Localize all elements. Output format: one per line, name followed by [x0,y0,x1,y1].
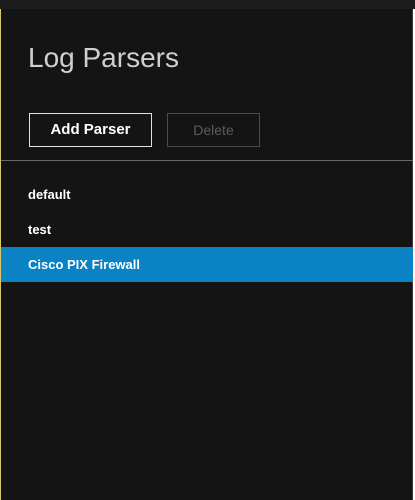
parser-item-test[interactable]: test [1,212,413,247]
parser-item-default[interactable]: default [1,177,413,212]
delete-button[interactable]: Delete [167,113,260,147]
parser-item-cisco-pix-firewall[interactable]: Cisco PIX Firewall [1,247,413,282]
panel-title: Log Parsers [28,42,179,73]
top-bar [0,0,415,9]
divider [1,160,413,161]
log-parsers-panel: Log Parsers Add Parser Delete default te… [0,9,413,500]
add-parser-button[interactable]: Add Parser [29,113,152,147]
parser-list: default test Cisco PIX Firewall [1,177,413,282]
